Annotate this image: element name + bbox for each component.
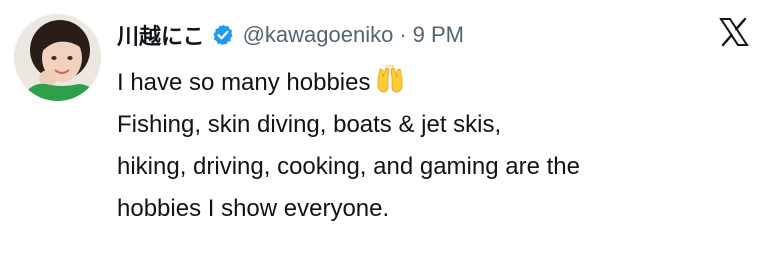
tweet-line: Fishing, skin diving, boats & jet skis,: [117, 111, 502, 138]
user-handle[interactable]: @kawagoeniko: [243, 22, 394, 48]
tweet-header: 川越にこ @kawagoeniko · 9 PM: [117, 20, 464, 50]
raising-hands-emoji: [375, 65, 405, 95]
tweet-card: 川越にこ @kawagoeniko · 9 PM I have so many …: [0, 0, 768, 255]
tweet-line-text: I have so many hobbies: [117, 69, 371, 96]
tweet-line: hiking, driving, cooking, and gaming are…: [117, 153, 580, 180]
tweet-line: I have so many hobbies: [117, 62, 580, 104]
verified-badge-icon: [211, 23, 235, 47]
x-logo-icon[interactable]: [719, 17, 749, 47]
tweet-line: hobbies I show everyone.: [117, 195, 390, 222]
tweet-body: I have so many hobbies Fishing, skin div…: [117, 62, 580, 230]
display-name[interactable]: 川越にこ: [117, 19, 205, 51]
avatar-image: [14, 14, 101, 101]
avatar[interactable]: [14, 14, 101, 101]
tweet-timestamp[interactable]: 9 PM: [413, 22, 464, 48]
separator-dot: ·: [399, 22, 407, 47]
